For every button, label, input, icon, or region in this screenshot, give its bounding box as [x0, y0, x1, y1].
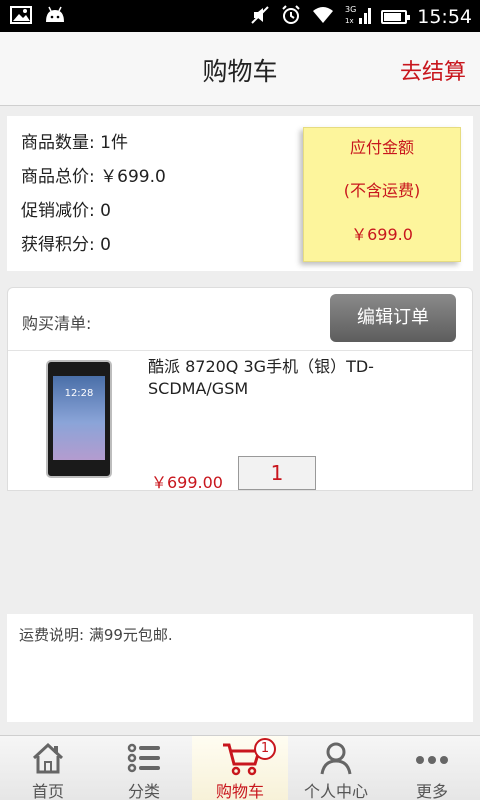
svg-text:1x: 1x: [345, 17, 354, 25]
mute-icon: [249, 5, 271, 29]
android-icon: [44, 6, 66, 28]
summary-total: 商品总价: ￥699.0: [21, 167, 166, 187]
purchase-list: 购买清单: 编辑订单 12:28 酷派 8720Q 3G手机（银）TD-SCDM…: [7, 287, 473, 491]
svg-text:3G: 3G: [345, 5, 356, 14]
checkout-button[interactable]: 去结算: [400, 54, 466, 86]
tab-category-label: 分类: [127, 782, 160, 800]
divider: [8, 350, 472, 351]
summary-count: 商品数量: 1件: [21, 133, 128, 153]
wifi-icon: [311, 5, 335, 29]
edit-order-button[interactable]: 编辑订单: [330, 294, 456, 342]
list-icon: [127, 743, 160, 773]
product-price: ￥699.00: [151, 473, 223, 491]
payable-shipping-note: (不含运费): [343, 181, 421, 200]
payable-note: 应付金额 (不含运费) ￥699.0: [303, 127, 461, 262]
home-icon: [32, 742, 64, 774]
image-icon: [10, 6, 32, 28]
tab-more[interactable]: 更多: [384, 736, 480, 800]
alarm-icon: [281, 5, 301, 29]
shipping-text: 运费说明: 满99元包邮.: [19, 626, 173, 644]
tab-bar: 首页 分类 1 购物车 个人中心 更多: [0, 735, 480, 800]
payable-amount: ￥699.0: [351, 225, 413, 244]
battery-icon: [381, 10, 411, 24]
shipping-info: 运费说明: 满99元包邮.: [7, 614, 473, 722]
status-bar: 3G 1x 15:54: [0, 0, 480, 32]
header-bar: 购物车 去结算: [0, 32, 480, 106]
product-image-clock: 12:28: [64, 388, 94, 399]
tab-cart-label: 购物车: [215, 782, 264, 800]
order-summary: 商品数量: 1件 商品总价: ￥699.0 促销减价: 0 获得积分: 0 应付…: [7, 116, 473, 271]
tab-more-label: 更多: [415, 782, 448, 800]
tab-home[interactable]: 首页: [0, 736, 96, 800]
tab-category[interactable]: 分类: [96, 736, 192, 800]
cart-badge: 1: [254, 738, 276, 760]
quantity-field[interactable]: 1: [238, 456, 316, 490]
user-icon: [320, 742, 352, 775]
tab-profile-label: 个人中心: [303, 782, 368, 800]
tab-profile[interactable]: 个人中心: [288, 736, 384, 800]
summary-points: 获得积分: 0: [21, 235, 111, 255]
product-image-screen: 12:28: [53, 376, 105, 460]
tab-cart[interactable]: 1 购物车: [192, 736, 288, 800]
product-name[interactable]: 酷派 8720Q 3G手机（银）TD-SCDMA/GSM: [148, 356, 458, 400]
signal-icon: 3G 1x: [345, 4, 372, 30]
tab-home-label: 首页: [31, 782, 64, 800]
purchase-list-label: 购买清单:: [22, 314, 92, 333]
payable-label: 应付金额: [349, 138, 414, 157]
more-icon: [416, 756, 448, 764]
summary-discount: 促销减价: 0: [21, 201, 111, 221]
product-image[interactable]: 12:28: [46, 360, 112, 478]
status-time: 15:54: [417, 6, 472, 28]
